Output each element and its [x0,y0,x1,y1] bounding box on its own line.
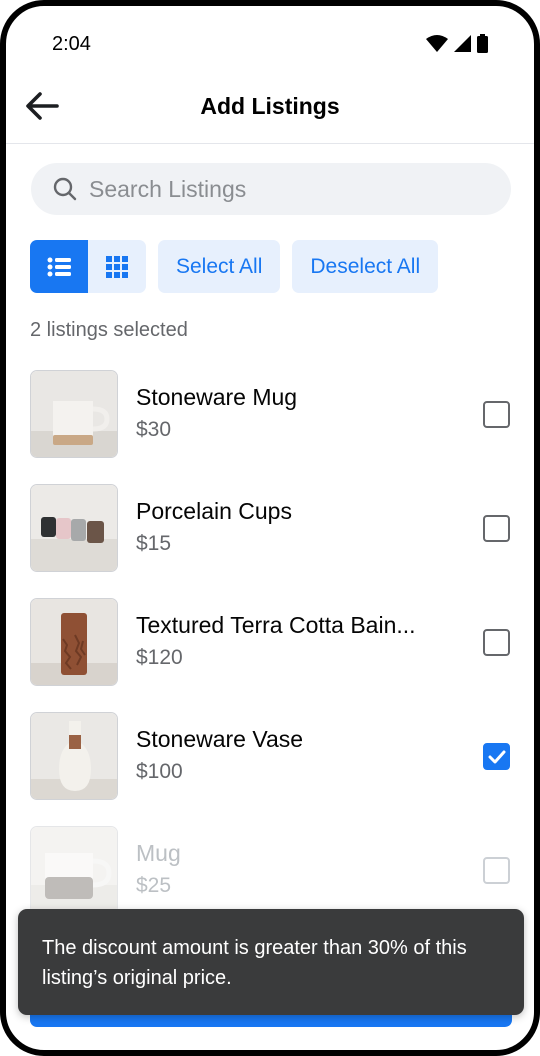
listing-price: $30 [136,418,172,441]
list-view-icon [47,257,71,276]
listing-checkbox[interactable] [483,515,510,542]
grid-view-button[interactable] [88,240,146,293]
wifi-icon [426,35,448,52]
page-title: Add Listings [200,93,340,119]
listing-checkbox[interactable] [483,401,510,428]
listing-thumbnail [30,598,118,686]
select-all-button[interactable]: Select All [158,240,281,293]
checkmark-icon [488,750,505,763]
listing-item: Mug $25 [30,826,520,916]
listing-checkbox-disabled [483,857,510,884]
listing-item[interactable]: Stoneware Mug $30 [30,370,520,460]
listing-name: Mug [136,840,181,866]
selected-count: 2 listings selected [30,319,188,341]
grid-view-icon [106,255,128,278]
listing-item[interactable]: Porcelain Cups $15 [30,484,520,574]
listing-name: Porcelain Cups [136,498,292,524]
app-header: Add Listings [6,76,534,144]
listing-checkbox[interactable] [483,629,510,656]
status-bar: 2:04 [6,6,534,76]
listing-name: Textured Terra Cotta Bain... [136,612,416,638]
search-bar[interactable] [31,163,511,215]
search-input[interactable] [89,175,489,203]
listing-thumbnail [30,826,118,914]
listing-price: $25 [136,874,172,897]
view-toggle [30,240,146,293]
listing-name: Stoneware Mug [136,384,298,410]
toolbar: Select All Deselect All [30,240,439,293]
search-icon [53,177,77,201]
listing-thumbnail [30,370,118,458]
cellular-signal-icon [454,35,471,52]
listing-price: $100 [136,760,183,783]
list-view-button[interactable] [30,240,88,293]
listing-thumbnail [30,712,118,800]
listing-item[interactable]: Textured Terra Cotta Bain... $120 [30,598,520,688]
toast-text: The discount amount is greater than 30% … [42,937,467,989]
status-time: 2:04 [52,33,91,55]
listing-item[interactable]: Stoneware Vase $100 [30,712,520,802]
listing-name: Stoneware Vase [136,726,304,752]
listing-price: $120 [136,646,183,669]
deselect-all-button[interactable]: Deselect All [292,240,439,293]
phone-frame: 2:04 Add Listings Search Listings Select… [0,0,540,1056]
listing-price: $15 [136,532,172,555]
toast-message: The discount amount is greater than 30% … [18,909,524,1015]
status-icons [426,34,488,53]
battery-icon [477,34,488,53]
listing-checkbox-checked[interactable] [483,743,510,770]
listing-thumbnail [30,484,118,572]
